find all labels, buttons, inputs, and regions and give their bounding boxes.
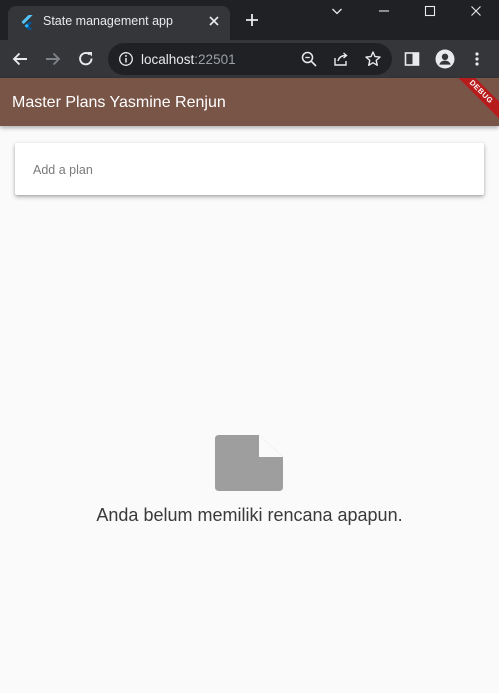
browser-toolbar: localhost:22501 (0, 40, 499, 78)
close-window-button[interactable] (453, 0, 499, 22)
forward-button[interactable] (43, 49, 63, 69)
profile-button[interactable] (435, 49, 455, 69)
empty-state-message: Anda belum memiliki rencana apapun. (96, 505, 403, 525)
reload-icon (79, 52, 93, 66)
add-plan-input[interactable] (31, 160, 465, 180)
side-panel-button[interactable] (402, 49, 422, 69)
page-title: Master Plans Yasmine Renjun (12, 94, 226, 111)
add-plan-card (15, 143, 484, 195)
chevron-down-icon (332, 8, 342, 15)
note-icon (215, 435, 283, 491)
avatar-icon (435, 49, 455, 69)
share-icon[interactable] (332, 50, 350, 68)
arrow-right-icon (46, 52, 61, 66)
menu-button[interactable] (467, 49, 487, 69)
arrow-left-icon (12, 52, 27, 66)
maximize-button[interactable] (407, 0, 453, 22)
reload-button[interactable] (76, 49, 96, 69)
browser-tab-strip: State management app (0, 0, 499, 40)
side-panel-icon (404, 52, 420, 66)
maximize-icon (424, 5, 436, 17)
app-bar: Master Plans Yasmine Renjun DEBUG (0, 78, 499, 126)
browser-tab[interactable]: State management app (8, 6, 230, 40)
close-tab-icon[interactable] (207, 14, 221, 28)
tab-search-button[interactable] (314, 0, 360, 22)
minimize-icon (379, 10, 389, 12)
back-button[interactable] (10, 49, 30, 69)
info-icon[interactable] (118, 51, 134, 67)
flutter-logo-icon (21, 15, 33, 30)
more-vert-icon (475, 52, 479, 66)
star-icon[interactable] (364, 50, 382, 68)
url-port: :22501 (194, 52, 236, 67)
address-bar[interactable]: localhost:22501 (108, 43, 392, 75)
debug-banner: DEBUG (448, 78, 499, 125)
zoom-icon[interactable] (300, 50, 318, 68)
url-host: localhost (141, 52, 195, 67)
close-icon (471, 6, 481, 16)
new-tab-icon[interactable] (244, 12, 260, 28)
tab-title: State management app (43, 14, 173, 28)
minimize-button[interactable] (361, 0, 407, 22)
url-text[interactable]: localhost:22501 (141, 52, 236, 67)
